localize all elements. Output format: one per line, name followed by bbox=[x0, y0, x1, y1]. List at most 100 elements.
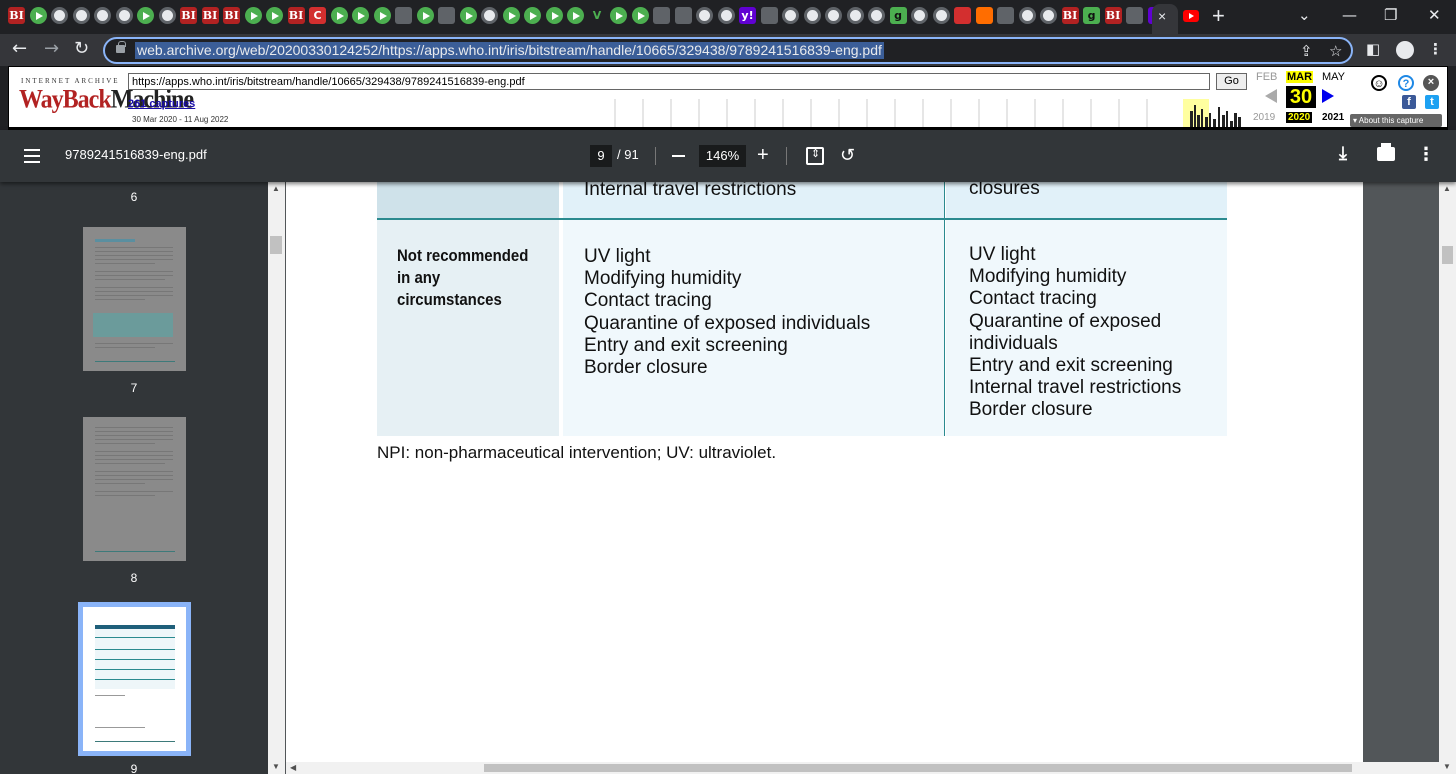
tab-favicon-icon[interactable] bbox=[266, 7, 283, 24]
tab-favicon-icon[interactable] bbox=[502, 7, 520, 24]
wayback-url-input[interactable]: https://apps.who.int/iris/bitstream/hand… bbox=[128, 73, 1210, 90]
tab-favicon-icon[interactable] bbox=[459, 7, 477, 24]
tab-favicon-icon[interactable] bbox=[653, 7, 670, 24]
back-button[interactable]: ← bbox=[12, 38, 27, 59]
next-capture-arrow-icon[interactable] bbox=[1322, 89, 1334, 103]
captures-link[interactable]: 261 captures bbox=[128, 98, 195, 110]
tab-favicon-icon[interactable] bbox=[1018, 7, 1036, 24]
tab-search-icon[interactable]: ⌄ bbox=[1298, 6, 1311, 24]
thumbnail-page-9-selected[interactable] bbox=[78, 602, 191, 756]
tab-favicon-icon[interactable] bbox=[1126, 7, 1143, 24]
tab-favicon-icon[interactable] bbox=[803, 7, 821, 24]
tab-favicon-icon[interactable] bbox=[610, 7, 627, 24]
page-horizontal-scrollbar[interactable]: ◀ bbox=[286, 762, 1439, 774]
twitter-icon[interactable]: t bbox=[1425, 95, 1439, 109]
tab-favicon-icon[interactable] bbox=[782, 7, 799, 24]
tab-favicon-icon[interactable]: y! bbox=[739, 7, 756, 24]
tab-favicon-icon[interactable] bbox=[481, 7, 498, 24]
more-options-icon[interactable]: ⋮ bbox=[1417, 145, 1435, 163]
tab-favicon-icon[interactable]: BI bbox=[1104, 7, 1122, 24]
menu-icon[interactable] bbox=[24, 149, 40, 163]
close-banner-icon[interactable]: × bbox=[1423, 75, 1439, 91]
forward-button[interactable]: → bbox=[44, 38, 59, 59]
account-icon[interactable]: ☺ bbox=[1371, 75, 1387, 91]
restore-button[interactable]: ❐ bbox=[1384, 6, 1397, 24]
zoom-input[interactable]: 146% bbox=[699, 145, 746, 167]
wayback-go-button[interactable]: Go bbox=[1216, 73, 1247, 90]
close-window-button[interactable]: ✕ bbox=[1428, 6, 1441, 24]
tab-favicon-icon[interactable] bbox=[72, 7, 90, 24]
tab-favicon-icon[interactable] bbox=[825, 7, 842, 24]
about-capture-button[interactable]: ▾ About this capture bbox=[1350, 114, 1442, 127]
zoom-in-button[interactable]: + bbox=[757, 144, 769, 166]
sidebar-scroll-thumb[interactable] bbox=[270, 236, 282, 254]
tab-favicon-icon[interactable] bbox=[975, 7, 993, 24]
side-panel-icon[interactable]: ◧ bbox=[1366, 40, 1380, 58]
share-icon[interactable]: ⇪ bbox=[1300, 42, 1313, 60]
tab-favicon-icon[interactable] bbox=[115, 7, 133, 24]
sidebar-scrollbar[interactable]: ▲ ▼ bbox=[268, 182, 285, 774]
profile-avatar[interactable] bbox=[1396, 41, 1414, 59]
tab-favicon-icon[interactable] bbox=[29, 7, 47, 24]
prev-year-label[interactable]: 2019 bbox=[1253, 112, 1275, 123]
zoom-out-button[interactable] bbox=[672, 155, 685, 157]
tab-favicon-icon[interactable]: BI bbox=[8, 7, 25, 24]
prev-capture-arrow-icon[interactable] bbox=[1265, 89, 1277, 103]
thumbnail-page-8[interactable] bbox=[83, 417, 186, 561]
new-tab-button[interactable]: + bbox=[1212, 4, 1225, 28]
minimize-button[interactable]: — bbox=[1342, 6, 1357, 24]
tab-favicon-icon[interactable] bbox=[416, 7, 434, 24]
tab-favicon-icon[interactable] bbox=[1040, 7, 1057, 24]
tab-favicon-icon[interactable] bbox=[352, 7, 369, 24]
tab-favicon-icon[interactable]: BI bbox=[180, 7, 197, 24]
youtube-tab-icon[interactable] bbox=[1183, 10, 1199, 22]
close-tab-icon[interactable]: × bbox=[1158, 8, 1166, 24]
tab-favicon-icon[interactable]: BI bbox=[223, 7, 240, 24]
tab-favicon-icon[interactable] bbox=[954, 7, 971, 24]
bookmark-star-icon[interactable]: ☆ bbox=[1329, 42, 1342, 60]
tab-favicon-icon[interactable] bbox=[631, 7, 649, 24]
prev-month-label[interactable]: FEB bbox=[1256, 71, 1277, 83]
next-year-label[interactable]: 2021 bbox=[1322, 112, 1344, 123]
tab-favicon-icon[interactable] bbox=[932, 7, 950, 24]
lock-icon[interactable] bbox=[116, 41, 126, 53]
tab-favicon-icon[interactable] bbox=[717, 7, 735, 24]
tab-favicon-icon[interactable]: BI bbox=[287, 7, 305, 24]
horizontal-scroll-thumb[interactable] bbox=[484, 764, 1352, 772]
tab-favicon-icon[interactable] bbox=[373, 7, 391, 24]
browser-menu-icon[interactable]: ⋮ bbox=[1428, 40, 1443, 58]
page-number-input[interactable]: 9 bbox=[590, 145, 612, 167]
capture-sparkline[interactable] bbox=[605, 95, 1245, 127]
tab-favicon-icon[interactable] bbox=[846, 7, 864, 24]
tab-favicon-icon[interactable] bbox=[997, 7, 1014, 24]
next-month-label[interactable]: MAY bbox=[1322, 71, 1345, 83]
tab-favicon-icon[interactable] bbox=[94, 7, 111, 24]
tab-favicon-icon[interactable] bbox=[137, 7, 154, 24]
tab-favicon-icon[interactable] bbox=[158, 7, 176, 24]
facebook-icon[interactable]: f bbox=[1402, 95, 1416, 109]
tab-favicon-icon[interactable] bbox=[524, 7, 541, 24]
tab-favicon-icon[interactable] bbox=[868, 7, 885, 24]
tab-favicon-icon[interactable] bbox=[438, 7, 455, 24]
page-vertical-scrollbar[interactable]: ▲ ▼ bbox=[1439, 182, 1456, 774]
thumbnail-sidebar[interactable]: 6 7 8 9 bbox=[0, 182, 268, 774]
reload-button[interactable]: ↻ bbox=[74, 38, 89, 59]
tab-favicon-icon[interactable]: BI bbox=[1061, 7, 1079, 24]
tab-favicon-icon[interactable]: BI bbox=[201, 7, 219, 24]
tab-favicon-icon[interactable]: g bbox=[889, 7, 907, 24]
tab-favicon-icon[interactable] bbox=[674, 7, 692, 24]
tab-favicon-icon[interactable] bbox=[696, 7, 713, 24]
tab-favicon-icon[interactable] bbox=[51, 7, 68, 24]
help-icon[interactable]: ? bbox=[1398, 75, 1414, 91]
url-text[interactable]: web.archive.org/web/20200330124252/https… bbox=[135, 42, 884, 59]
page-scroll-thumb[interactable] bbox=[1442, 246, 1453, 264]
tab-favicon-icon[interactable] bbox=[760, 7, 778, 24]
tab-favicon-icon[interactable]: V bbox=[589, 7, 606, 24]
tab-favicon-icon[interactable] bbox=[395, 7, 412, 24]
tab-favicon-icon[interactable]: C bbox=[309, 7, 326, 24]
address-bar[interactable]: web.archive.org/web/20200330124252/https… bbox=[103, 37, 1353, 64]
print-icon[interactable] bbox=[1377, 143, 1395, 161]
tab-favicon-icon[interactable] bbox=[911, 7, 928, 24]
rotate-icon[interactable]: ↺ bbox=[840, 145, 855, 166]
tab-favicon-icon[interactable] bbox=[567, 7, 584, 24]
